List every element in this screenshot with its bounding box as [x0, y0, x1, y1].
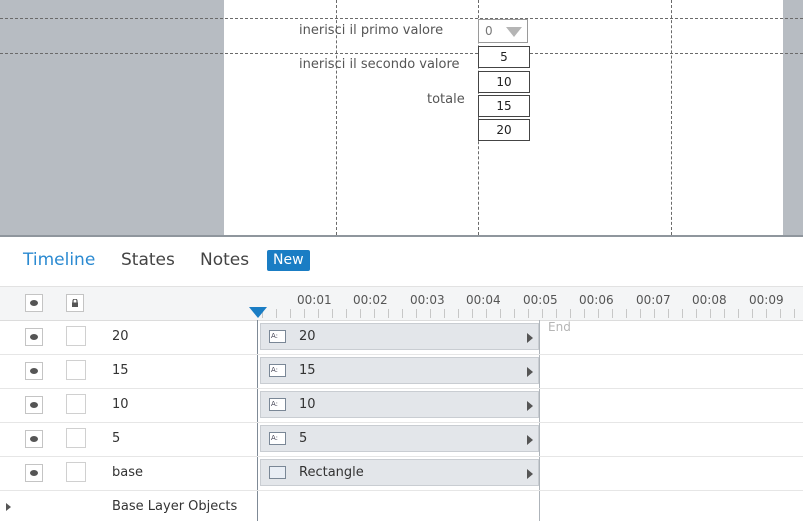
lock-toggle[interactable] [66, 462, 86, 482]
bar-label: Rectangle [299, 465, 364, 480]
expand-arrow-icon[interactable] [527, 435, 533, 445]
lock-toggle[interactable] [66, 360, 86, 380]
timeline-bar[interactable]: A: 20 [260, 323, 539, 350]
stage-area: inerisci il primo valore inerisci il sec… [0, 0, 803, 235]
timeline-bar[interactable]: A: 15 [260, 357, 539, 384]
time-mark: 00:05 [523, 293, 558, 307]
timeline-panel: Timeline States Notes New 00:01 00:02 00… [0, 237, 803, 521]
time-mark: 00:02 [353, 293, 388, 307]
total-label: totale [427, 92, 465, 107]
time-mark: 00:03 [410, 293, 445, 307]
option-10-box[interactable]: 10 [478, 71, 530, 93]
expand-arrow-icon[interactable] [527, 367, 533, 377]
lock-toggle[interactable] [66, 326, 86, 346]
time-mark: 00:06 [579, 293, 614, 307]
layer-name: 10 [112, 397, 129, 412]
visibility-eye-icon[interactable] [25, 328, 43, 346]
expand-arrow-icon[interactable] [527, 333, 533, 343]
timeline-bar[interactable]: A: 5 [260, 425, 539, 452]
lock-all-icon[interactable] [66, 294, 84, 312]
layer-name: 15 [112, 363, 129, 378]
base-layer-objects-label: Base Layer Objects [112, 499, 238, 514]
bar-label: 15 [299, 363, 316, 378]
base-layer-row[interactable]: Base Layer Objects [0, 490, 803, 524]
text-object-icon: A: [269, 330, 286, 343]
dropdown-value: 0 [485, 24, 493, 38]
layer-row[interactable]: base Rectangle [0, 456, 803, 491]
visibility-eye-icon[interactable] [25, 430, 43, 448]
option-15-box[interactable]: 15 [478, 95, 530, 117]
layer-name: 20 [112, 329, 129, 344]
text-object-icon: A: [269, 364, 286, 377]
expand-arrow-icon[interactable] [527, 469, 533, 479]
expand-caret-icon[interactable] [6, 503, 11, 511]
timeline-bar[interactable]: A: 10 [260, 391, 539, 418]
layer-row[interactable]: 15 A: 15 [0, 354, 803, 389]
timeline-ruler[interactable]: 00:01 00:02 00:03 00:04 00:05 00:06 00:0… [0, 286, 803, 321]
timeline-bar[interactable]: Rectangle [260, 459, 539, 486]
layer-row[interactable]: 20 A: 20 [0, 320, 803, 355]
guide-line-horizontal [0, 18, 803, 19]
new-badge[interactable]: New [267, 250, 310, 271]
visibility-eye-icon[interactable] [25, 362, 43, 380]
layer-name: base [112, 465, 143, 480]
layer-row[interactable]: 10 A: 10 [0, 388, 803, 423]
option-20-box[interactable]: 20 [478, 119, 530, 141]
expand-arrow-icon[interactable] [527, 401, 533, 411]
guide-line-vertical [671, 0, 672, 235]
time-mark: 00:01 [297, 293, 332, 307]
ruler-ticks [262, 309, 803, 318]
text-object-icon: A: [269, 398, 286, 411]
visibility-eye-icon[interactable] [25, 396, 43, 414]
bar-label: 10 [299, 397, 316, 412]
lock-toggle[interactable] [66, 394, 86, 414]
layer-row[interactable]: 5 A: 5 [0, 422, 803, 457]
dropdown-arrow-icon[interactable] [506, 27, 522, 37]
time-mark: 00:08 [692, 293, 727, 307]
guide-line-horizontal [0, 53, 803, 54]
tab-states[interactable]: States [121, 250, 175, 270]
visibility-eye-icon[interactable] [25, 464, 43, 482]
bar-label: 20 [299, 329, 316, 344]
tab-timeline[interactable]: Timeline [23, 250, 95, 270]
time-mark: 00:09 [749, 293, 784, 307]
time-mark: 00:04 [466, 293, 501, 307]
bar-label: 5 [299, 431, 308, 446]
rectangle-object-icon [269, 466, 286, 479]
first-value-label: inerisci il primo valore [299, 23, 444, 38]
time-mark: 00:07 [636, 293, 671, 307]
layer-name: 5 [112, 431, 121, 446]
option-5-box[interactable]: 5 [478, 46, 530, 68]
playhead-marker-icon[interactable] [249, 307, 267, 318]
second-value-label: inerisci il secondo valore [299, 57, 460, 72]
text-object-icon: A: [269, 432, 286, 445]
value-dropdown[interactable]: 0 [478, 19, 528, 43]
lock-toggle[interactable] [66, 428, 86, 448]
show-all-eye-icon[interactable] [25, 294, 43, 312]
tab-notes[interactable]: Notes [200, 250, 249, 270]
